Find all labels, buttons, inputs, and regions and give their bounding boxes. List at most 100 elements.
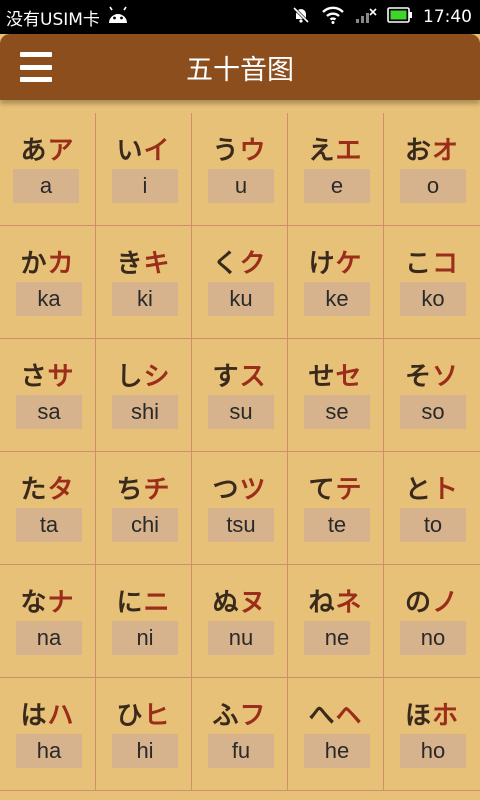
kana-cell[interactable]: とト to bbox=[384, 452, 480, 565]
hiragana-char: し bbox=[116, 362, 144, 392]
katakana-char: キ bbox=[143, 249, 171, 279]
kana-pair: さサ bbox=[0, 361, 95, 393]
romaji-label: a bbox=[13, 169, 79, 203]
katakana-char: エ bbox=[335, 136, 363, 166]
katakana-char: ニ bbox=[143, 588, 171, 618]
kana-cell[interactable]: ひヒ hi bbox=[96, 678, 192, 791]
katakana-char: ナ bbox=[47, 588, 75, 618]
kana-cell[interactable]: いイ i bbox=[96, 113, 192, 226]
kana-cell[interactable]: すス su bbox=[192, 339, 288, 452]
romaji-label: he bbox=[304, 734, 370, 768]
kana-cell[interactable]: そソ so bbox=[384, 339, 480, 452]
katakana-char: チ bbox=[143, 475, 171, 505]
katakana-char: ハ bbox=[47, 701, 75, 731]
hiragana-char: ひ bbox=[116, 701, 144, 731]
kana-cell[interactable]: ほホ ho bbox=[384, 678, 480, 791]
romaji-label: hi bbox=[112, 734, 178, 768]
kana-pair: ほホ bbox=[384, 700, 480, 732]
kana-cell[interactable]: てテ te bbox=[288, 452, 384, 565]
katakana-char: オ bbox=[432, 136, 460, 166]
kana-pair: つツ bbox=[192, 474, 287, 506]
romaji-label: ha bbox=[16, 734, 82, 768]
romaji-label: nu bbox=[208, 621, 274, 655]
katakana-char: セ bbox=[335, 362, 363, 392]
page-title: 五十音图 bbox=[186, 54, 294, 86]
kana-cell[interactable]: おオ o bbox=[384, 113, 480, 226]
kana-cell[interactable]: ねネ ne bbox=[288, 565, 384, 678]
romaji-label: su bbox=[208, 395, 274, 429]
katakana-char: ア bbox=[47, 136, 75, 166]
katakana-char: シ bbox=[143, 362, 171, 392]
kana-cell[interactable]: きキ ki bbox=[96, 226, 192, 339]
hamburger-menu-icon[interactable] bbox=[20, 52, 52, 82]
kana-cell[interactable]: のノ no bbox=[384, 565, 480, 678]
kana-cell[interactable]: くク ku bbox=[192, 226, 288, 339]
kana-pair: けケ bbox=[288, 248, 383, 280]
kana-cell[interactable]: さサ sa bbox=[0, 339, 96, 452]
romaji-label: ko bbox=[400, 282, 466, 316]
kana-cell[interactable]: にニ ni bbox=[96, 565, 192, 678]
kana-cell[interactable]: ちチ chi bbox=[96, 452, 192, 565]
katakana-char: サ bbox=[47, 362, 75, 392]
romaji-label: ku bbox=[208, 282, 274, 316]
katakana-char: ヌ bbox=[239, 588, 267, 618]
kana-pair: こコ bbox=[384, 248, 480, 280]
app-bar: 五十音图 bbox=[0, 34, 480, 100]
kana-cell[interactable]: えエ e bbox=[288, 113, 384, 226]
hiragana-char: お bbox=[404, 136, 432, 166]
romaji-label: ne bbox=[304, 621, 370, 655]
kana-pair: きキ bbox=[96, 248, 191, 280]
kana-pair: はハ bbox=[0, 700, 95, 732]
hiragana-char: つ bbox=[212, 475, 240, 505]
hiragana-char: ほ bbox=[404, 701, 432, 731]
katakana-char: カ bbox=[47, 249, 75, 279]
kana-pair: のノ bbox=[384, 587, 480, 619]
kana-cell[interactable]: うウ u bbox=[192, 113, 288, 226]
hiragana-char: こ bbox=[404, 249, 432, 279]
romaji-label: se bbox=[304, 395, 370, 429]
battery-icon bbox=[387, 6, 413, 28]
wifi-icon bbox=[321, 6, 345, 29]
kana-cell[interactable]: ふフ fu bbox=[192, 678, 288, 791]
kana-cell[interactable]: なナ na bbox=[0, 565, 96, 678]
kana-pair: うウ bbox=[192, 135, 287, 167]
hiragana-char: う bbox=[212, 136, 240, 166]
kana-cell[interactable]: けケ ke bbox=[288, 226, 384, 339]
romaji-label: ki bbox=[112, 282, 178, 316]
kana-pair: すス bbox=[192, 361, 287, 393]
hiragana-char: ね bbox=[308, 588, 336, 618]
romaji-label: no bbox=[400, 621, 466, 655]
kana-pair: ふフ bbox=[192, 700, 287, 732]
katakana-char: ク bbox=[239, 249, 267, 279]
romaji-label: shi bbox=[112, 395, 178, 429]
kana-cell[interactable]: へヘ he bbox=[288, 678, 384, 791]
no-signal-icon bbox=[355, 6, 377, 29]
hiragana-char: ぬ bbox=[212, 588, 240, 618]
kana-cell[interactable]: あア a bbox=[0, 113, 96, 226]
kana-cell[interactable]: かカ ka bbox=[0, 226, 96, 339]
hiragana-char: さ bbox=[20, 362, 48, 392]
kana-cell[interactable]: たタ ta bbox=[0, 452, 96, 565]
hiragana-char: す bbox=[212, 362, 240, 392]
kana-pair: ひヒ bbox=[96, 700, 191, 732]
romaji-label: chi bbox=[112, 508, 178, 542]
kana-cell[interactable]: ぬヌ nu bbox=[192, 565, 288, 678]
kana-grid: あア a いイ i うウ u えエ e おオ o かカ ka きキ ki くク ku けケ ke こコ ko さサ sa し… bbox=[0, 113, 480, 800]
kana-cell[interactable]: つツ tsu bbox=[192, 452, 288, 565]
carrier-label: 没有USIM卡 bbox=[6, 9, 100, 30]
romaji-label: o bbox=[400, 169, 466, 203]
kana-pair: そソ bbox=[384, 361, 480, 393]
katakana-char: ト bbox=[432, 475, 460, 505]
kana-cell[interactable]: せセ se bbox=[288, 339, 384, 452]
romaji-label: te bbox=[304, 508, 370, 542]
kana-cell[interactable]: しシ shi bbox=[96, 339, 192, 452]
katakana-char: ウ bbox=[239, 136, 267, 166]
katakana-char: ケ bbox=[335, 249, 363, 279]
hiragana-char: へ bbox=[308, 701, 336, 731]
android-icon bbox=[106, 6, 130, 29]
kana-cell[interactable]: はハ ha bbox=[0, 678, 96, 791]
kana-pair: にニ bbox=[96, 587, 191, 619]
hiragana-char: せ bbox=[308, 362, 336, 392]
kana-cell[interactable]: こコ ko bbox=[384, 226, 480, 339]
mute-icon bbox=[291, 5, 311, 30]
